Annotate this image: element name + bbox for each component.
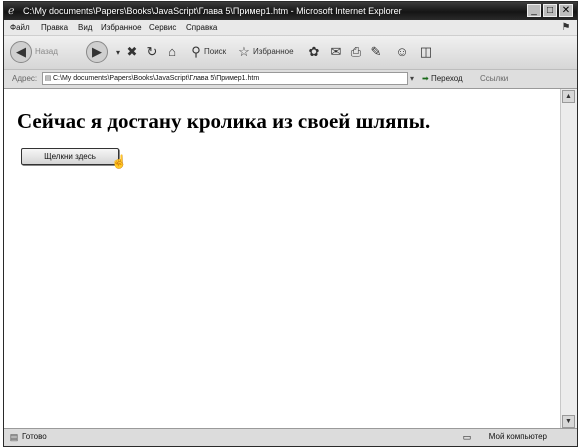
title-bar: ℯ C:\My documents\Papers\Books\JavaScrip… [4, 2, 577, 20]
links-label[interactable]: Ссылки [480, 70, 508, 88]
go-arrow-icon: ➡ [422, 74, 429, 83]
windows-flag-icon: ⚑ [561, 22, 571, 33]
search-button-label[interactable]: Поиск [204, 44, 226, 60]
menu-tools[interactable]: Сервис [149, 20, 176, 35]
media-icon[interactable]: ✿ [306, 44, 322, 60]
address-input[interactable]: ▤ C:\My documents\Papers\Books\JavaScript… [42, 72, 408, 85]
go-button[interactable]: ➡ Переход [422, 72, 463, 86]
printer-icon[interactable]: ⎙ [348, 44, 364, 60]
ie-logo-icon: ℯ [8, 5, 15, 17]
refresh-icon[interactable]: ↻ [144, 44, 160, 60]
history-icon[interactable]: ◫ [418, 44, 434, 60]
standard-toolbar: ◀ Назад ▶ ▾ ✖ ↻ ⌂ ⚲ Поиск ☆ Избранное ✿ … [4, 36, 577, 70]
menu-help[interactable]: Справка [186, 20, 217, 35]
search-icon[interactable]: ⚲ [188, 44, 204, 60]
address-bar: Адрес: ▤ C:\My documents\Papers\Books\Jav… [4, 70, 577, 89]
messenger-icon[interactable]: ☺ [394, 44, 410, 60]
star-icon[interactable]: ☆ [236, 44, 252, 60]
address-label: Адрес: [12, 74, 38, 83]
menu-file[interactable]: Файл [10, 20, 30, 35]
minimize-button[interactable]: _ [527, 4, 541, 17]
back-button-label[interactable]: Назад [35, 44, 58, 60]
back-arrow-icon[interactable]: ◀ [10, 41, 32, 63]
security-zone: Мой компьютер [488, 432, 547, 441]
favorites-button-label[interactable]: Избранное [253, 44, 294, 60]
scroll-down-icon[interactable]: ▼ [562, 415, 575, 428]
go-label: Переход [430, 74, 463, 83]
status-bar: ▤ Готово ▭ Мой компьютер [4, 428, 577, 446]
browser-window: ℯ C:\My documents\Papers\Books\JavaScrip… [3, 1, 578, 447]
menu-view[interactable]: Вид [78, 20, 92, 35]
home-icon[interactable]: ⌂ [164, 44, 180, 60]
forward-arrow-icon[interactable]: ▶ [86, 41, 108, 63]
menu-edit[interactable]: Правка [41, 20, 68, 35]
mail-icon[interactable]: ✉ [328, 44, 344, 60]
stop-icon[interactable]: ✖ [124, 44, 140, 60]
address-dropdown-icon[interactable]: ▾ [410, 73, 414, 85]
vertical-scrollbar[interactable]: ▲ ▼ [560, 89, 577, 429]
menu-bar: Файл Правка Вид Избранное Сервис Справка… [4, 20, 577, 36]
address-value: C:\My documents\Papers\Books\JavaScript\… [53, 75, 260, 82]
window-title: C:\My documents\Papers\Books\JavaScript\… [23, 6, 402, 16]
computer-icon: ▭ [462, 432, 472, 442]
close-button[interactable]: ✕ [559, 4, 573, 17]
click-here-button[interactable]: Щелкни здесь [21, 148, 119, 165]
page-heading: Сейчас я достану кролика из своей шляпы. [17, 109, 431, 133]
edit-icon[interactable]: ✎ [368, 44, 384, 60]
scroll-up-icon[interactable]: ▲ [562, 90, 575, 103]
page-icon: ▤ [44, 75, 52, 82]
page-content: Сейчас я достану кролика из своей шляпы.… [4, 89, 561, 429]
menu-favorites[interactable]: Избранное [101, 20, 142, 35]
maximize-button[interactable]: □ [543, 4, 557, 17]
status-text: Готово [22, 432, 47, 441]
page-done-icon: ▤ [9, 432, 19, 442]
mouse-pointer-icon: ☝ [111, 154, 128, 169]
